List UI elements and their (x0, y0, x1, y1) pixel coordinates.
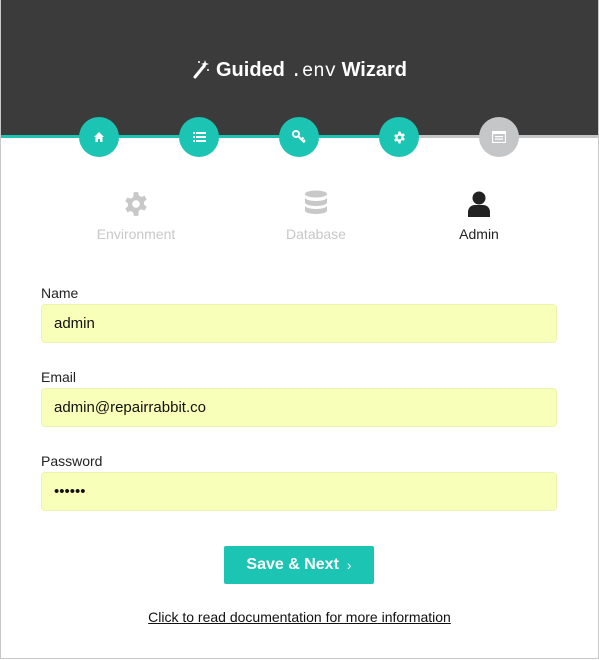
password-field[interactable] (41, 472, 557, 511)
name-label: Name (41, 285, 79, 301)
wizard-card: Guided .env Wizard Environment Database … (0, 0, 599, 659)
key-icon (292, 130, 306, 144)
tab-database[interactable]: Database (226, 190, 406, 242)
step-key[interactable] (279, 117, 319, 157)
save-next-button[interactable]: Save & Next › (224, 546, 374, 584)
tab-database-label: Database (286, 226, 346, 242)
title-env-code: .env (290, 60, 337, 82)
database-icon (226, 190, 406, 218)
tab-admin[interactable]: Admin (389, 190, 569, 242)
gear-icon (46, 190, 226, 218)
home-icon (94, 132, 104, 142)
save-next-label: Save & Next (246, 556, 339, 573)
section-tabs: Environment Database Admin (1, 190, 598, 250)
gear-icon (393, 131, 405, 143)
tab-environment[interactable]: Environment (46, 190, 226, 242)
terminal-icon (492, 131, 506, 143)
page-title: Guided .env Wizard (1, 57, 598, 86)
tab-environment-label: Environment (96, 226, 176, 242)
magic-wand-icon (192, 59, 210, 86)
title-wizard: Wizard (341, 59, 407, 81)
email-field[interactable] (41, 388, 557, 427)
tab-admin-label: Admin (459, 226, 499, 242)
user-icon (389, 190, 569, 218)
step-list[interactable] (179, 117, 219, 157)
title-guided: Guided (215, 59, 285, 81)
documentation-link[interactable]: Click to read documentation for more inf… (1, 609, 598, 625)
name-field[interactable] (41, 304, 557, 343)
list-icon (192, 132, 206, 142)
chevron-right-icon: › (346, 557, 352, 573)
step-gear[interactable] (379, 117, 419, 157)
step-terminal[interactable] (479, 117, 519, 157)
email-label: Email (41, 369, 77, 385)
password-label: Password (41, 453, 103, 469)
step-home[interactable] (79, 117, 119, 157)
